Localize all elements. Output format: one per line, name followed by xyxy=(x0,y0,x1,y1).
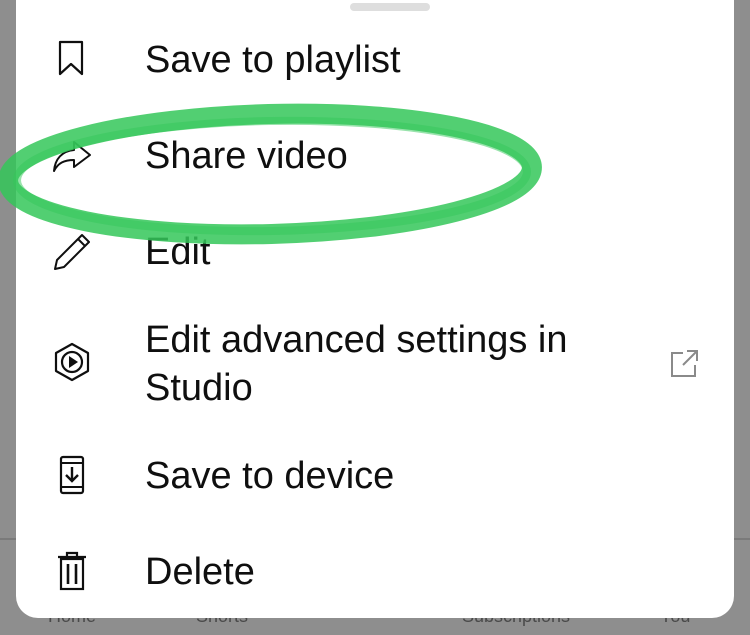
external-link-icon xyxy=(668,348,700,380)
drag-handle[interactable] xyxy=(350,3,430,11)
bookmark-icon xyxy=(52,38,92,78)
menu-item-share-video[interactable]: Share video xyxy=(16,128,734,184)
menu-item-label: Save to device xyxy=(145,455,395,497)
menu-item-save-to-playlist[interactable]: Save to playlist xyxy=(16,32,734,88)
menu-item-label-line1: Edit advanced settings in xyxy=(145,319,568,361)
menu-item-edit-in-studio[interactable]: Edit advanced settings in Studio xyxy=(16,314,734,414)
menu-item-label: Save to playlist xyxy=(145,39,401,81)
menu-item-save-to-device[interactable]: Save to device xyxy=(16,448,734,504)
pencil-icon xyxy=(52,232,92,272)
menu-item-label: Delete xyxy=(145,551,255,593)
download-device-icon xyxy=(52,455,92,495)
studio-icon xyxy=(52,342,92,382)
menu-item-label: Edit xyxy=(145,231,211,273)
menu-item-label: Share video xyxy=(145,135,348,177)
menu-item-edit[interactable]: Edit xyxy=(16,224,734,280)
share-icon xyxy=(52,136,92,176)
action-sheet xyxy=(16,0,734,618)
trash-icon xyxy=(52,551,92,591)
menu-item-delete[interactable]: Delete xyxy=(16,544,734,600)
menu-item-label-line2: Studio xyxy=(145,367,253,409)
